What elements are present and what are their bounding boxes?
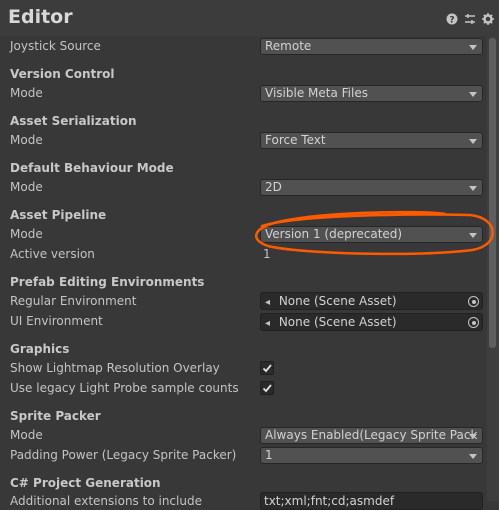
default-behaviour-mode-value: 2D	[265, 180, 282, 194]
sprite-packer-mode-label: Mode	[10, 428, 43, 442]
version-control-mode-dropdown[interactable]: Visible Meta Files	[260, 85, 483, 102]
chevron-down-icon	[469, 92, 477, 97]
chevron-down-icon	[469, 233, 477, 238]
inspector-header: Editor ?	[0, 0, 499, 36]
sprite-packer-heading: Sprite Packer	[10, 409, 101, 423]
preset-sliders-icon[interactable]	[464, 13, 476, 25]
padding-power-label: Padding Power (Legacy Sprite Packer)	[10, 448, 237, 462]
asset-serialization-heading: Asset Serialization	[10, 114, 137, 128]
object-picker-icon[interactable]	[468, 317, 479, 328]
legacy-light-probe-checkbox[interactable]	[260, 381, 274, 395]
sprite-packer-mode-dropdown[interactable]: Always Enabled(Legacy Sprite Pack	[260, 427, 483, 444]
joystick-source-value: Remote	[265, 39, 312, 53]
active-version-value: 1	[263, 247, 271, 261]
checkmark-icon	[262, 384, 272, 393]
regular-environment-field[interactable]: ◂ None (Scene Asset)	[260, 292, 483, 310]
padding-power-value: 1	[265, 448, 273, 462]
graphics-heading: Graphics	[10, 342, 70, 356]
lightmap-overlay-checkbox[interactable]	[260, 361, 274, 375]
asset-serialization-mode-dropdown[interactable]: Force Text	[260, 132, 483, 149]
prefab-editing-heading: Prefab Editing Environments	[10, 275, 205, 289]
gear-icon[interactable]	[482, 13, 494, 25]
asset-pipeline-mode-dropdown[interactable]: Version 1 (deprecated)	[260, 226, 483, 243]
object-picker-icon[interactable]	[468, 296, 479, 307]
asset-serialization-mode-value: Force Text	[265, 133, 326, 147]
lightmap-overlay-label: Show Lightmap Resolution Overlay	[10, 361, 220, 375]
scene-asset-icon: ◂	[265, 318, 271, 329]
scene-asset-icon: ◂	[265, 297, 271, 308]
vertical-scrollbar[interactable]	[487, 36, 499, 501]
asset-pipeline-mode-value: Version 1 (deprecated)	[265, 227, 403, 241]
joystick-source-dropdown[interactable]: Remote	[260, 38, 483, 55]
scrollbar-thumb[interactable]	[489, 38, 496, 348]
chevron-down-icon	[469, 45, 477, 50]
asset-pipeline-heading: Asset Pipeline	[10, 208, 107, 222]
chevron-down-icon	[469, 186, 477, 191]
default-behaviour-heading: Default Behaviour Mode	[10, 161, 174, 175]
asset-pipeline-mode-label: Mode	[10, 227, 43, 241]
csharp-generation-heading: C# Project Generation	[10, 476, 161, 490]
ui-environment-label: UI Environment	[10, 314, 103, 328]
help-icon[interactable]: ?	[446, 13, 458, 26]
regular-environment-value: None (Scene Asset)	[278, 294, 397, 308]
asset-serialization-mode-label: Mode	[10, 133, 43, 147]
version-control-mode-value: Visible Meta Files	[265, 86, 368, 100]
checkmark-icon	[262, 364, 272, 373]
chevron-down-icon	[469, 454, 477, 459]
chevron-down-icon	[469, 139, 477, 144]
sprite-packer-mode-value: Always Enabled(Legacy Sprite Pack	[265, 428, 478, 442]
page-title: Editor	[8, 6, 73, 28]
svg-text:?: ?	[449, 16, 454, 26]
active-version-label: Active version	[10, 247, 95, 261]
version-control-heading: Version Control	[10, 67, 115, 81]
version-control-mode-label: Mode	[10, 86, 43, 100]
ui-environment-field[interactable]: ◂ None (Scene Asset)	[260, 313, 483, 331]
chevron-down-icon	[469, 434, 477, 439]
padding-power-dropdown[interactable]: 1	[260, 447, 483, 464]
additional-extensions-label: Additional extensions to include	[10, 494, 202, 508]
ui-environment-value: None (Scene Asset)	[278, 315, 397, 329]
additional-extensions-input[interactable]: txt;xml;fnt;cd;asmdef	[260, 492, 483, 510]
default-behaviour-mode-dropdown[interactable]: 2D	[260, 179, 483, 196]
default-behaviour-mode-label: Mode	[10, 180, 43, 194]
legacy-light-probe-label: Use legacy Light Probe sample counts	[10, 381, 239, 395]
joystick-source-label: Joystick Source	[10, 39, 101, 53]
regular-environment-label: Regular Environment	[10, 294, 137, 308]
